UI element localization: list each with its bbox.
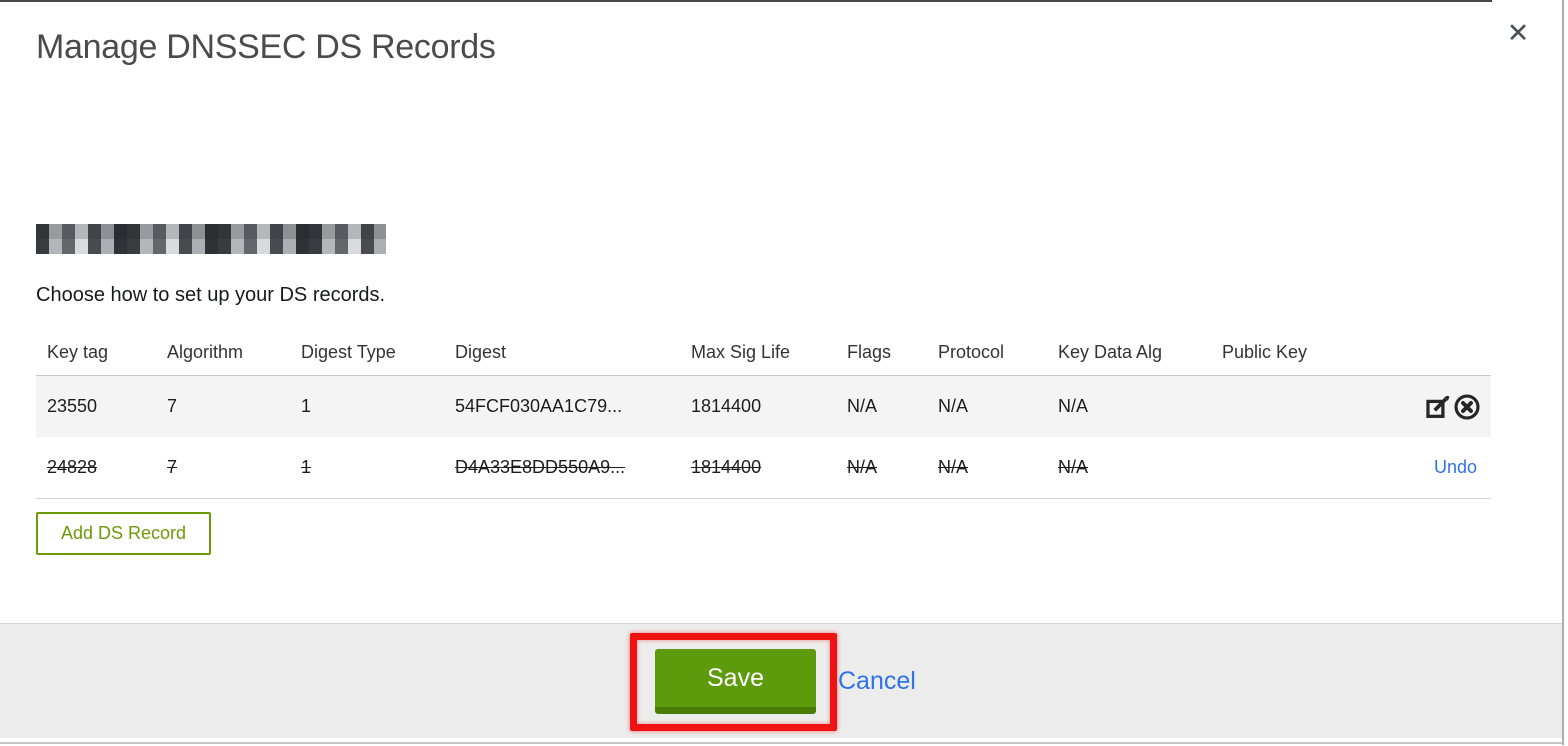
- table-row-deleted: 24828 7 1 D4A33E8DD550A9... 1814400 N/A …: [36, 437, 1491, 499]
- table-row: 23550 7 1 54FCF030AA1C79... 1814400 N/A …: [36, 375, 1491, 437]
- ds-records-table: Key tag Algorithm Digest Type Digest Max…: [36, 330, 1491, 499]
- edit-record-icon[interactable]: [1424, 393, 1452, 421]
- window-bottom-edge: [0, 742, 1562, 744]
- cell-max-sig-life: 1814400: [691, 375, 847, 437]
- cell-algorithm: 7: [167, 375, 301, 437]
- cell-key-tag: 23550: [36, 375, 167, 437]
- cell-digest: D4A33E8DD550A9...: [455, 437, 691, 499]
- cell-key-data-alg: N/A: [1058, 375, 1222, 437]
- column-header-actions: [1395, 330, 1491, 376]
- column-header-digest-type: Digest Type: [301, 330, 455, 376]
- cell-algorithm: 7: [167, 437, 301, 499]
- column-header-flags: Flags: [847, 330, 938, 376]
- cell-key-tag: 24828: [36, 437, 167, 499]
- cell-protocol: N/A: [938, 375, 1058, 437]
- cell-digest: 54FCF030AA1C79...: [455, 375, 691, 437]
- save-button[interactable]: Save: [655, 649, 816, 714]
- page-title: Manage DNSSEC DS Records: [36, 28, 496, 66]
- close-icon[interactable]: ✕: [1498, 14, 1538, 54]
- cell-protocol: N/A: [938, 437, 1058, 499]
- redacted-domain-name: [36, 224, 386, 254]
- cell-digest-type: 1: [301, 375, 455, 437]
- modal-footer: Save Cancel: [0, 623, 1562, 738]
- column-header-key-data-alg: Key Data Alg: [1058, 330, 1222, 376]
- delete-record-icon[interactable]: [1453, 393, 1481, 421]
- cancel-link[interactable]: Cancel: [838, 667, 916, 696]
- row-actions: [1395, 375, 1491, 437]
- cell-digest-type: 1: [301, 437, 455, 499]
- cell-public-key: [1222, 437, 1395, 499]
- column-header-protocol: Protocol: [938, 330, 1058, 376]
- window-right-edge: [1562, 0, 1564, 745]
- column-header-digest: Digest: [455, 330, 691, 376]
- table-header-row: Key tag Algorithm Digest Type Digest Max…: [36, 330, 1491, 376]
- undo-link[interactable]: Undo: [1434, 457, 1481, 477]
- column-header-public-key: Public Key: [1222, 330, 1395, 376]
- instruction-text: Choose how to set up your DS records.: [36, 284, 386, 306]
- column-header-max-sig-life: Max Sig Life: [691, 330, 847, 376]
- window-top-edge: [0, 0, 1492, 2]
- add-ds-record-button[interactable]: Add DS Record: [36, 512, 212, 555]
- cell-key-data-alg: N/A: [1058, 437, 1222, 499]
- column-header-algorithm: Algorithm: [167, 330, 301, 376]
- row-actions: Undo: [1395, 437, 1491, 499]
- cell-max-sig-life: 1814400: [691, 437, 847, 499]
- cell-public-key: [1222, 375, 1395, 437]
- cell-flags: N/A: [847, 375, 938, 437]
- cell-flags: N/A: [847, 437, 938, 499]
- column-header-key-tag: Key tag: [36, 330, 167, 376]
